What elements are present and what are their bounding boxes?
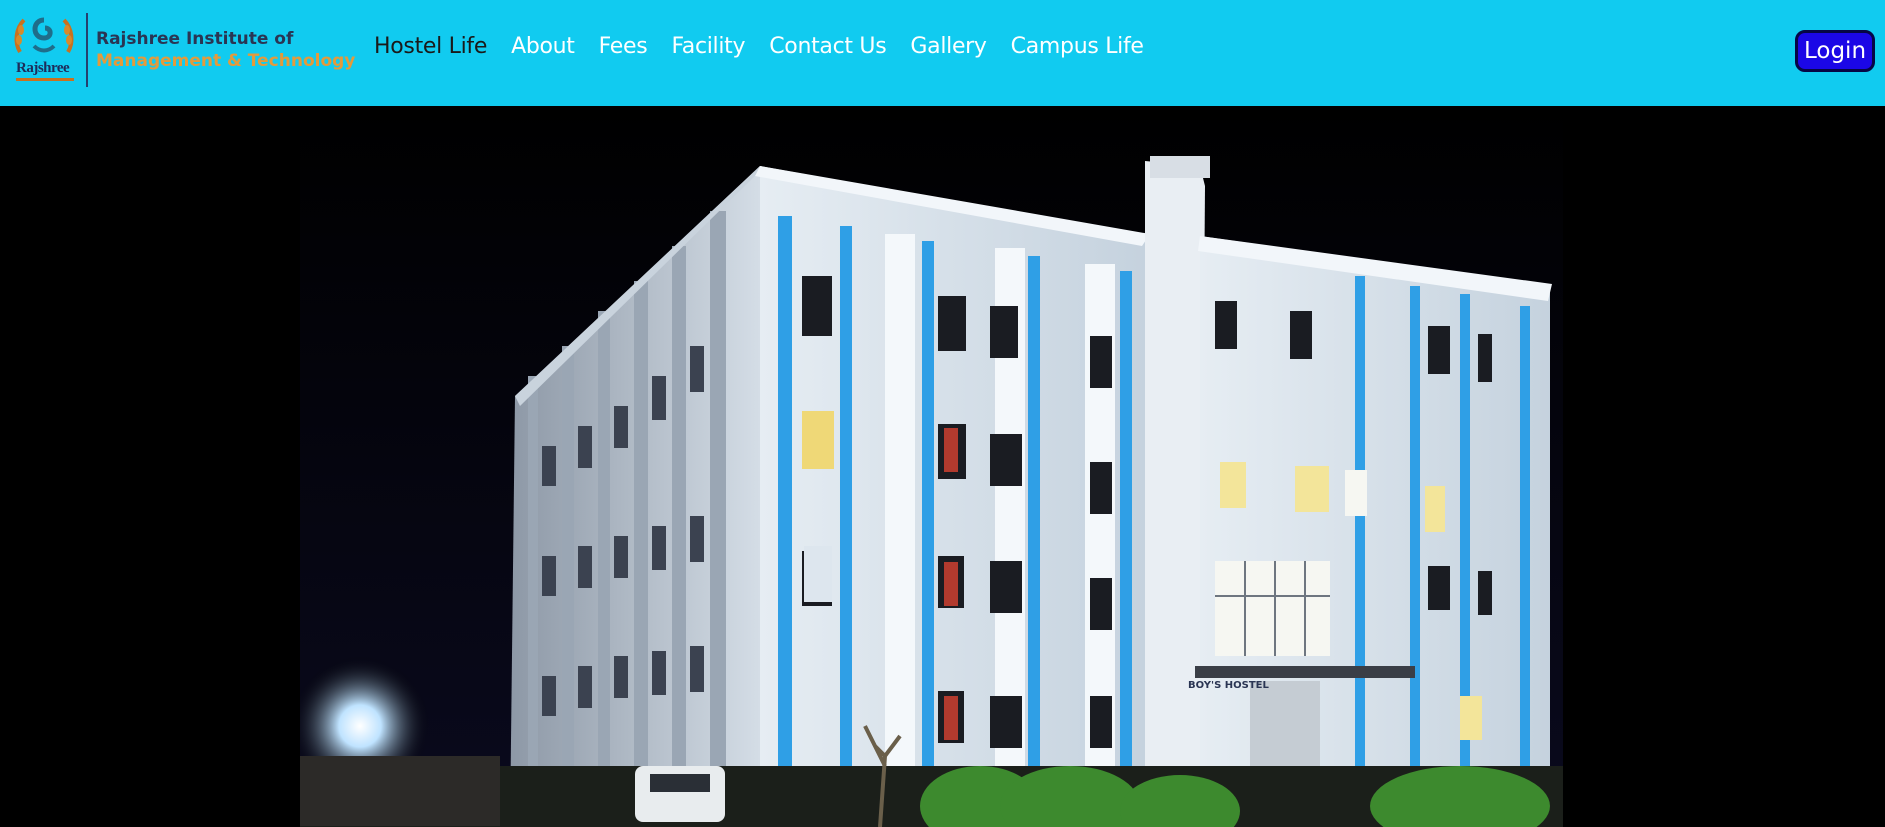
logo-wordmark: Rajshree bbox=[16, 60, 70, 76]
hero-banner: BOY'S HOSTEL bbox=[0, 106, 1885, 827]
top-navbar: Rajshree Rajshree Institute of Managemen… bbox=[0, 0, 1885, 106]
nav-link-contact-us[interactable]: Contact Us bbox=[769, 34, 886, 59]
main-nav: Hostel Life About Fees Facility Contact … bbox=[374, 34, 1168, 59]
institute-name: Rajshree Institute of Management & Techn… bbox=[96, 28, 355, 72]
logo-emblem-icon: Rajshree bbox=[12, 12, 76, 88]
hostel-building-photo: BOY'S HOSTEL bbox=[300, 106, 1563, 827]
institute-logo[interactable]: Rajshree Rajshree Institute of Managemen… bbox=[12, 10, 355, 90]
logo-divider bbox=[86, 13, 88, 87]
nav-link-about[interactable]: About bbox=[511, 34, 575, 59]
institute-name-line1: Rajshree Institute of bbox=[96, 29, 294, 49]
nav-link-gallery[interactable]: Gallery bbox=[910, 34, 987, 59]
nav-link-hostel-life[interactable]: Hostel Life bbox=[374, 34, 487, 59]
logo-tagline-bar bbox=[16, 78, 74, 81]
nav-link-fees[interactable]: Fees bbox=[599, 34, 648, 59]
nav-link-campus-life[interactable]: Campus Life bbox=[1011, 34, 1144, 59]
nav-link-facility[interactable]: Facility bbox=[671, 34, 745, 59]
login-button[interactable]: Login bbox=[1795, 30, 1875, 72]
institute-name-line2: Management & Technology bbox=[96, 51, 356, 71]
boys-hostel-sign: BOY'S HOSTEL bbox=[1188, 680, 1269, 691]
